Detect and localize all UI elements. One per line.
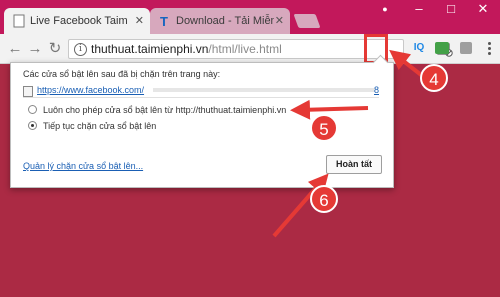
step-6-badge: 6 (310, 185, 338, 213)
step-5-badge: 5 (310, 114, 338, 142)
annotation-arrows (272, 49, 427, 238)
arrow-to-keep-blocking (290, 99, 369, 120)
step-4-badge: 4 (420, 64, 448, 92)
